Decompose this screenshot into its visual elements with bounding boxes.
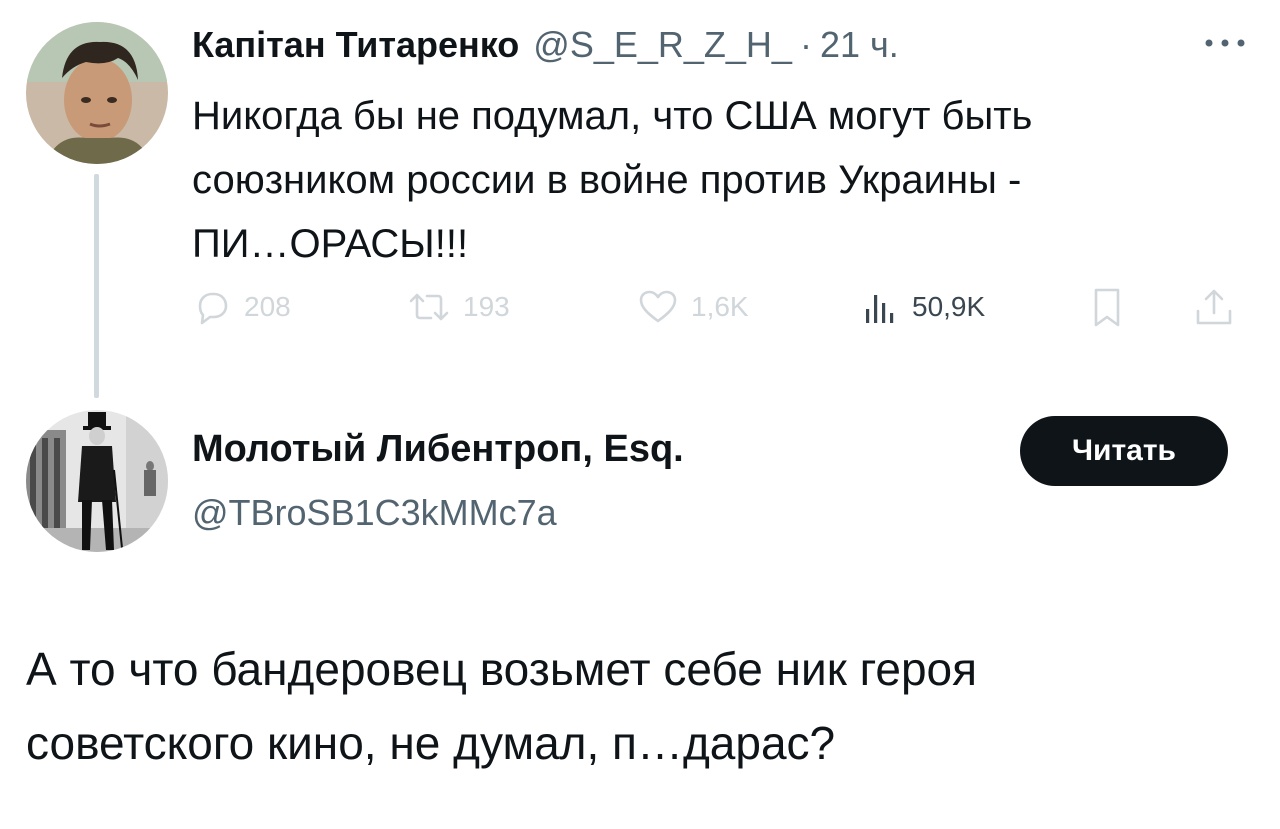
- header-separator: ·: [799, 24, 812, 65]
- author-name[interactable]: Капiтан Титаренко: [192, 24, 519, 66]
- retweet-icon: [409, 293, 449, 321]
- tweet-actions-bar: 208 193 1,6K 50,9K: [192, 282, 1252, 332]
- views-count: 50,9K: [912, 291, 986, 322]
- retweet-count: 193: [463, 291, 510, 322]
- bookmark-button[interactable]: [1087, 282, 1127, 332]
- bookmark-icon: [1094, 288, 1120, 327]
- thread-connector-line: [94, 174, 99, 398]
- views-bar-chart-icon: [866, 295, 894, 323]
- avatar-photo-icon: [26, 410, 168, 552]
- views-button[interactable]: 50,9K: [860, 282, 985, 332]
- share-icon: [1196, 289, 1232, 325]
- reply-author-name[interactable]: Молотый Либентроп, Esq.: [192, 428, 684, 471]
- reply-author-avatar[interactable]: [26, 410, 168, 552]
- tweet-text: Никогда бы не подумал, что США могут быт…: [192, 94, 1033, 266]
- reply-author-handle[interactable]: @TBroSB1C3kMMc7a: [192, 492, 557, 534]
- reply-icon: [198, 292, 228, 325]
- tweet-timestamp[interactable]: 21 ч.: [820, 24, 899, 66]
- reply-count: 208: [244, 291, 291, 322]
- like-count: 1,6K: [691, 291, 749, 322]
- follow-button[interactable]: Читать: [1020, 416, 1228, 486]
- share-button[interactable]: [1192, 282, 1236, 332]
- like-button[interactable]: 1,6K: [637, 282, 749, 332]
- heart-icon: [639, 290, 677, 323]
- more-dots-icon: [1205, 39, 1245, 47]
- author-handle[interactable]: @S_E_R_Z_H_: [533, 24, 792, 66]
- avatar[interactable]: [26, 22, 168, 164]
- tweet-original: Капiтан Титаренко @S_E_R_Z_H_ · 21 ч. Ни…: [0, 0, 1280, 400]
- reply-tweet-text: А то что бандеровец возьмет себе ник гер…: [26, 643, 978, 769]
- tweet-header: Капiтан Титаренко @S_E_R_Z_H_ · 21 ч.: [192, 24, 899, 68]
- more-options-button[interactable]: [1200, 28, 1250, 58]
- retweet-button[interactable]: 193: [407, 282, 510, 332]
- avatar-photo-icon: [26, 22, 168, 164]
- reply-button[interactable]: 208: [192, 282, 291, 332]
